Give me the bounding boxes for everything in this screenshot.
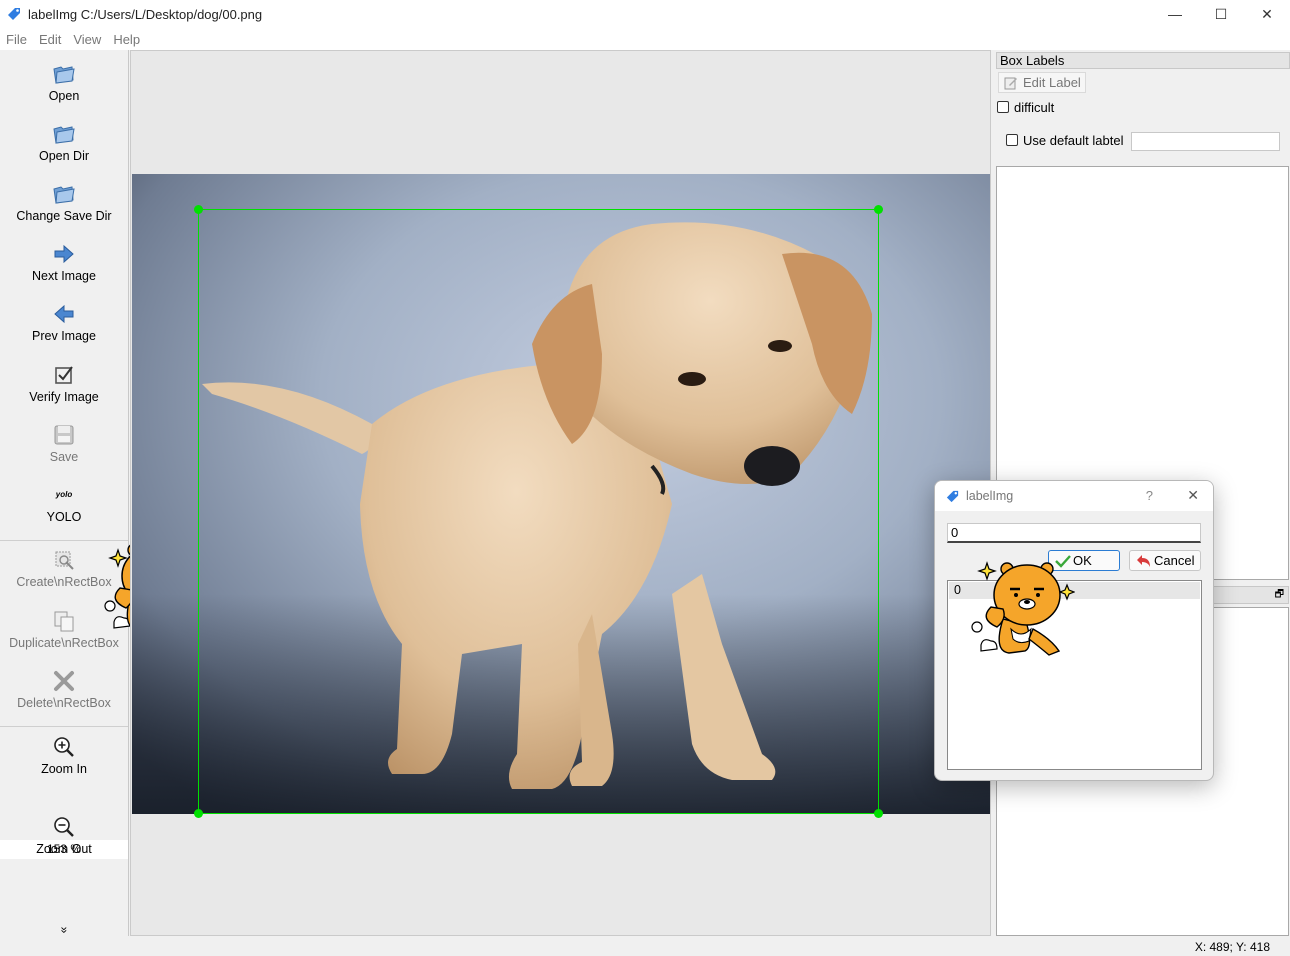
left-toolbar: Open Open Dir Change Save Dir Next Image… (0, 50, 129, 936)
close-button[interactable]: ✕ (1244, 0, 1290, 28)
edit-label-text: Edit Label (1023, 75, 1081, 90)
open-dir-button[interactable]: Open Dir (0, 122, 128, 163)
close-icon[interactable]: ✕ (1187, 487, 1199, 504)
prev-image-label: Prev Image (32, 329, 96, 343)
toolbar-separator (0, 726, 128, 727)
window-title: labelImg C:/Users/L/Desktop/dog/00.png (28, 6, 263, 22)
save-button[interactable]: Save (0, 423, 128, 464)
bounding-box[interactable] (198, 209, 879, 814)
label-input[interactable]: 0 (947, 523, 1201, 543)
image-canvas[interactable] (130, 50, 991, 936)
cancel-button[interactable]: Cancel (1129, 550, 1201, 571)
cursor-coordinates: X: 489; Y: 418 (1194, 940, 1270, 954)
folder-open-icon (53, 126, 75, 144)
arrow-right-icon (54, 244, 74, 264)
next-image-button[interactable]: Next Image (0, 242, 128, 283)
use-default-label-checkbox[interactable] (1006, 134, 1018, 146)
panel-title: Box Labels (996, 52, 1290, 69)
window-controls: — ☐ ✕ (1152, 0, 1290, 28)
checkbox-verify-icon (55, 366, 73, 384)
double-chevron-down-icon: » (57, 926, 71, 934)
title-bar: labelImg C:/Users/L/Desktop/dog/00.png —… (0, 0, 1290, 28)
menu-view[interactable]: View (67, 32, 107, 47)
undo-arrow-icon (1137, 555, 1150, 567)
delete-x-icon (54, 671, 74, 691)
tag-app-icon (946, 490, 959, 502)
open-dir-label: Open Dir (38, 149, 90, 163)
dialog-title: labelImg (966, 489, 1014, 503)
change-save-dir-button[interactable]: Change Save Dir (0, 182, 128, 223)
menu-edit[interactable]: Edit (33, 32, 67, 47)
status-bar: X: 489; Y: 418 (0, 936, 1290, 956)
zoom-in-icon (54, 737, 74, 757)
tag-app-icon (8, 8, 20, 20)
menu-help[interactable]: Help (107, 32, 146, 47)
label-dialog: labelImg ? ✕ 0 OK Cancel 0 (934, 480, 1214, 781)
open-button[interactable]: Open (0, 62, 128, 103)
maximize-button[interactable]: ☐ (1198, 0, 1244, 28)
menu-bar: File Edit View Help (0, 28, 1290, 50)
help-icon[interactable]: ? (1146, 488, 1153, 503)
verify-image-button[interactable]: Verify Image (0, 363, 128, 404)
next-image-label: Next Image (32, 269, 96, 283)
prev-image-button[interactable]: Prev Image (0, 302, 128, 343)
default-label-input[interactable] (1131, 132, 1280, 151)
yolo-label: YOLO (46, 510, 82, 524)
open-label: Open (48, 89, 80, 103)
zoom-out-icon (54, 817, 74, 837)
zoom-in-label: Zoom In (41, 762, 87, 776)
zoom-out-label: Zoom Out (36, 842, 92, 856)
delete-rectbox-button[interactable]: Delete\nRectBox (0, 669, 128, 710)
difficult-label: difficult (1014, 100, 1055, 115)
bear-sticker-icon (971, 561, 1075, 656)
arrow-left-icon (54, 304, 74, 324)
dock-float-icon[interactable]: 🗗 (1275, 587, 1284, 604)
use-default-label-text: Use default labtel (1023, 133, 1124, 148)
save-label: Save (49, 450, 79, 464)
delete-rectbox-label: Delete\nRectBox (17, 696, 111, 710)
create-rect-icon (55, 551, 74, 570)
bbox-handle-top-right[interactable] (874, 205, 883, 214)
bbox-handle-top-left[interactable] (194, 205, 203, 214)
toolbar-extension-button[interactable]: » (0, 922, 128, 937)
folder-open-icon (53, 66, 75, 84)
verify-image-label: Verify Image (29, 390, 99, 404)
folder-open-icon (53, 186, 75, 204)
edit-pencil-icon (1004, 77, 1017, 90)
edit-label-button[interactable]: Edit Label (998, 72, 1086, 93)
floppy-save-icon (54, 425, 74, 445)
menu-file[interactable]: File (0, 32, 33, 47)
bbox-handle-bottom-right[interactable] (874, 809, 883, 818)
difficult-checkbox[interactable] (997, 101, 1009, 113)
minimize-button[interactable]: — (1152, 0, 1198, 28)
cancel-label: Cancel (1154, 553, 1195, 568)
bbox-handle-bottom-left[interactable] (194, 809, 203, 818)
change-save-dir-label: Change Save Dir (16, 209, 112, 223)
duplicate-rectbox-label: Duplicate\nRectBox (9, 636, 119, 650)
zoom-out-button[interactable]: Zoom Out (0, 815, 128, 856)
zoom-in-button[interactable]: Zoom In (0, 735, 128, 776)
ok-label: OK (1073, 553, 1092, 568)
yolo-format-button[interactable]: yolo YOLO (0, 483, 128, 524)
yolo-icon: yolo (55, 490, 73, 499)
dialog-title-bar: labelImg ? ✕ (935, 481, 1213, 511)
duplicate-icon (54, 611, 74, 632)
